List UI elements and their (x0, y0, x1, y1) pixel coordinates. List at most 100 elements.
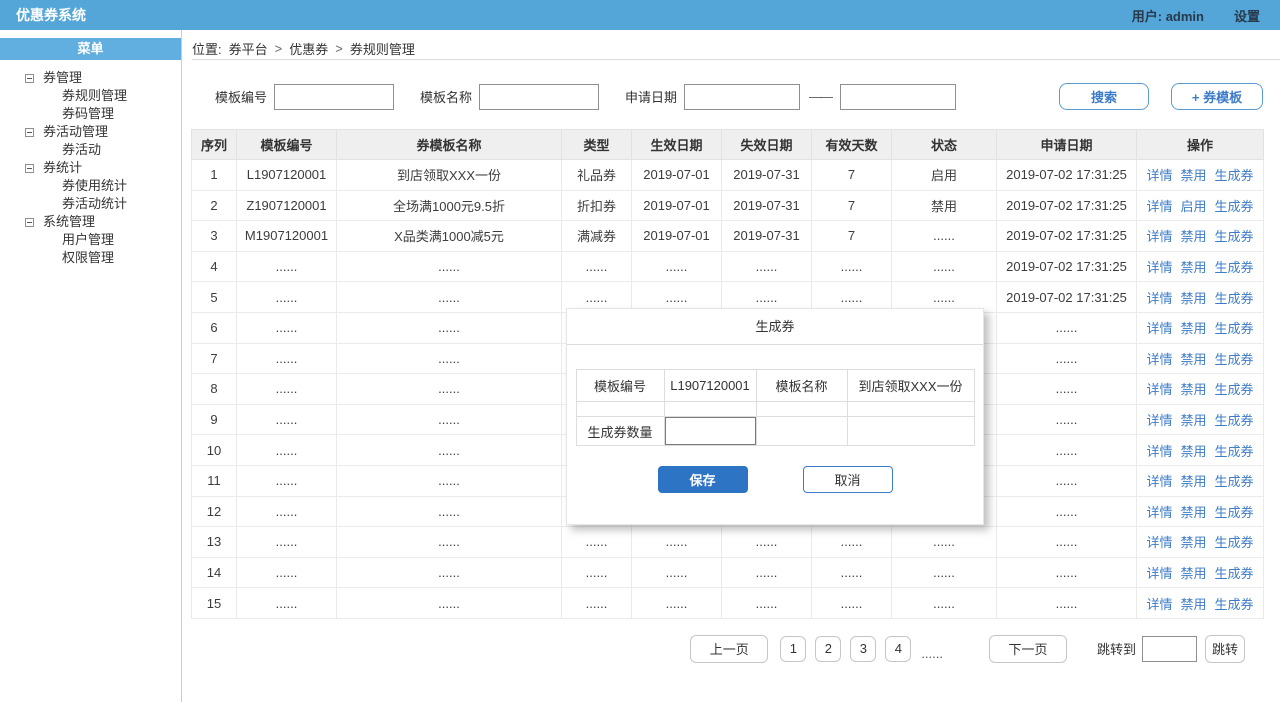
toggle-status-link[interactable]: 禁用 (1180, 382, 1206, 397)
detail-link[interactable]: 详情 (1146, 291, 1172, 306)
breadcrumb-item[interactable]: 券规则管理 (350, 39, 415, 58)
sidebar-item[interactable]: 券使用统计 (0, 177, 181, 195)
detail-link[interactable]: 详情 (1146, 413, 1172, 428)
generate-coupon-link[interactable]: 生成券 (1215, 229, 1254, 244)
detail-link[interactable]: 详情 (1146, 444, 1172, 459)
cell-applied: 2019-07-02 17:31:25 (997, 160, 1137, 191)
sidebar-item[interactable]: 券规则管理 (0, 87, 181, 105)
sidebar-group[interactable]: 券统计 (0, 159, 181, 177)
next-page-button[interactable]: 下一页 (989, 635, 1067, 663)
toggle-status-link[interactable]: 禁用 (1180, 474, 1206, 489)
generate-coupon-link[interactable]: 生成券 (1215, 321, 1254, 336)
toggle-status-link[interactable]: 禁用 (1180, 321, 1206, 336)
sidebar-item[interactable]: 权限管理 (0, 249, 181, 267)
cell-code: ...... (237, 588, 337, 619)
template-code-input[interactable] (274, 84, 394, 110)
sidebar-item[interactable]: 券码管理 (0, 105, 181, 123)
toggle-status-link[interactable]: 禁用 (1180, 291, 1206, 306)
detail-link[interactable]: 详情 (1146, 597, 1172, 612)
collapse-icon[interactable] (25, 164, 34, 173)
toggle-status-link[interactable]: 禁用 (1180, 352, 1206, 367)
cell-code: ...... (237, 251, 337, 282)
breadcrumb-item[interactable]: 券平台 (229, 39, 268, 58)
toggle-status-link[interactable]: 禁用 (1180, 413, 1206, 428)
breadcrumb-item[interactable]: 优惠券 (289, 39, 328, 58)
collapse-icon[interactable] (25, 74, 34, 83)
sidebar-item[interactable]: 券活动统计 (0, 195, 181, 213)
generate-coupon-link[interactable]: 生成券 (1215, 199, 1254, 214)
detail-link[interactable]: 详情 (1146, 260, 1172, 275)
generate-coupon-link[interactable]: 生成券 (1215, 474, 1254, 489)
generate-coupon-link[interactable]: 生成券 (1215, 168, 1254, 183)
table-header-row: 序列 模板编号 券模板名称 类型 生效日期 失效日期 有效天数 状态 申请日期 … (192, 130, 1264, 160)
sidebar-group-label: 券活动管理 (43, 123, 108, 141)
breadcrumb: 位置: 券平台>优惠券>券规则管理 (182, 30, 1280, 60)
toggle-status-link[interactable]: 禁用 (1180, 566, 1206, 581)
detail-link[interactable]: 详情 (1146, 474, 1172, 489)
toggle-status-link[interactable]: 禁用 (1180, 505, 1206, 520)
collapse-icon[interactable] (25, 218, 34, 227)
sidebar-group[interactable]: 券活动管理 (0, 123, 181, 141)
cell-applied: ...... (997, 496, 1137, 527)
template-name-input[interactable] (479, 84, 599, 110)
detail-link[interactable]: 详情 (1146, 382, 1172, 397)
table-row: 3M1907120001X品类满1000减5元满减券2019-07-012019… (192, 221, 1264, 252)
jump-button[interactable]: 跳转 (1205, 635, 1245, 663)
sidebar-item[interactable]: 用户管理 (0, 231, 181, 249)
toggle-status-link[interactable]: 禁用 (1180, 168, 1206, 183)
detail-link[interactable]: 详情 (1146, 229, 1172, 244)
detail-link[interactable]: 详情 (1146, 535, 1172, 550)
cell-start: ...... (632, 588, 722, 619)
add-template-button[interactable]: + 券模板 (1171, 83, 1263, 110)
toggle-status-link[interactable]: 禁用 (1180, 597, 1206, 612)
toggle-status-link[interactable]: 启用 (1180, 199, 1206, 214)
generate-coupon-link[interactable]: 生成券 (1215, 260, 1254, 275)
detail-link[interactable]: 详情 (1146, 352, 1172, 367)
table-row: 1L1907120001到店领取XXX一份礼品券2019-07-012019-0… (192, 160, 1264, 191)
cell-name: ...... (337, 435, 562, 466)
sidebar-group[interactable]: 系统管理 (0, 213, 181, 231)
generate-coupon-link[interactable]: 生成券 (1215, 444, 1254, 459)
page-ellipsis: ...... (921, 646, 943, 661)
cell-end: ...... (722, 588, 812, 619)
settings-link[interactable]: 设置 (1234, 6, 1260, 25)
date-to-input[interactable] (840, 84, 956, 110)
cell-start: 2019-07-01 (632, 221, 722, 252)
generate-coupon-link[interactable]: 生成券 (1215, 413, 1254, 428)
page-button[interactable]: 3 (850, 636, 876, 662)
cell-applied: ...... (997, 312, 1137, 343)
generate-coupon-link[interactable]: 生成券 (1215, 566, 1254, 581)
toggle-status-link[interactable]: 禁用 (1180, 535, 1206, 550)
date-from-input[interactable] (684, 84, 800, 110)
generate-coupon-link[interactable]: 生成券 (1215, 382, 1254, 397)
toggle-status-link[interactable]: 禁用 (1180, 260, 1206, 275)
cancel-button[interactable]: 取消 (803, 466, 893, 493)
jump-input[interactable] (1142, 636, 1197, 662)
detail-link[interactable]: 详情 (1146, 168, 1172, 183)
cell-seq: 12 (192, 496, 237, 527)
sidebar-item[interactable]: 券活动 (0, 141, 181, 159)
save-button[interactable]: 保存 (658, 466, 748, 493)
detail-link[interactable]: 详情 (1146, 505, 1172, 520)
collapse-icon[interactable] (25, 128, 34, 137)
generate-coupon-link[interactable]: 生成券 (1215, 291, 1254, 306)
toggle-status-link[interactable]: 禁用 (1180, 444, 1206, 459)
generate-coupon-link[interactable]: 生成券 (1215, 352, 1254, 367)
search-button[interactable]: 搜索 (1059, 83, 1149, 110)
generate-coupon-link[interactable]: 生成券 (1215, 597, 1254, 612)
toggle-status-link[interactable]: 禁用 (1180, 229, 1206, 244)
prev-page-button[interactable]: 上一页 (690, 635, 768, 663)
cell-days: ...... (812, 251, 892, 282)
quantity-input[interactable] (665, 417, 756, 445)
generate-coupon-link[interactable]: 生成券 (1215, 505, 1254, 520)
detail-link[interactable]: 详情 (1146, 321, 1172, 336)
generate-coupon-link[interactable]: 生成券 (1215, 535, 1254, 550)
page-button[interactable]: 1 (780, 636, 806, 662)
detail-link[interactable]: 详情 (1146, 199, 1172, 214)
detail-link[interactable]: 详情 (1146, 566, 1172, 581)
modal-code-label: 模板编号 (576, 370, 664, 402)
page-button[interactable]: 2 (815, 636, 841, 662)
sidebar-group[interactable]: 券管理 (0, 69, 181, 87)
page-button[interactable]: 4 (885, 636, 911, 662)
cell-seq: 7 (192, 343, 237, 374)
